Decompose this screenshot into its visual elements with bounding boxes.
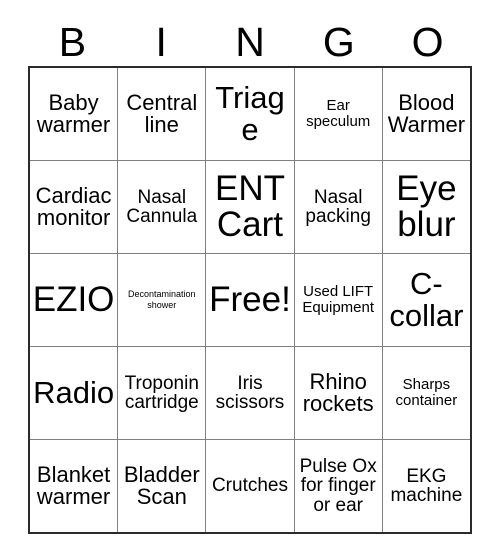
bingo-cell-label: Nasal packing xyxy=(305,186,371,227)
bingo-cell[interactable]: Bladder Scan xyxy=(117,439,207,534)
bingo-cell-label: Blanket warmer xyxy=(36,461,111,509)
bingo-cell-free[interactable]: Free! xyxy=(205,253,295,347)
bingo-cell[interactable]: Central line xyxy=(117,66,207,161)
bingo-cell[interactable]: Ear speculum xyxy=(293,66,383,161)
bingo-cell-label: Baby warmer xyxy=(36,89,111,137)
bingo-row: Baby warmer Central line Triage Ear spec… xyxy=(28,66,472,161)
bingo-cell[interactable]: Blanket warmer xyxy=(28,439,119,534)
bingo-row: Blanket warmer Bladder Scan Crutches Pul… xyxy=(28,439,472,534)
bingo-free-space-label: Free! xyxy=(209,280,291,320)
bingo-cell[interactable]: Eye blur xyxy=(381,160,472,254)
bingo-cell-label: Cardiac monitor xyxy=(35,182,112,230)
bingo-cell-label: Ear speculum xyxy=(306,96,371,130)
bingo-cell-label: ENT Cart xyxy=(214,169,285,244)
bingo-header-letter-b: B xyxy=(58,18,87,65)
bingo-cell-label: Eye blur xyxy=(396,169,457,244)
bingo-cell[interactable]: Triage xyxy=(205,66,295,161)
bingo-cell[interactable]: Nasal packing xyxy=(293,160,383,254)
bingo-cell[interactable]: Cardiac monitor xyxy=(28,160,119,254)
bingo-cell[interactable]: Crutches xyxy=(205,439,295,534)
bingo-cell-label: EKG machine xyxy=(390,465,463,506)
bingo-header-letter-g: G xyxy=(322,18,355,65)
bingo-cell-label: Bladder Scan xyxy=(123,461,200,509)
bingo-header-letter-o: O xyxy=(411,18,444,65)
bingo-cell[interactable]: Radio xyxy=(28,346,119,440)
bingo-cell-label: Rhino rockets xyxy=(302,368,374,416)
bingo-cell-label: Triage xyxy=(215,80,285,147)
bingo-row: EZIO Decontamination shower Free! Used L… xyxy=(28,253,472,347)
bingo-cell[interactable]: Nasal Cannula xyxy=(117,160,207,254)
bingo-cell[interactable]: Pulse Ox for finger or ear xyxy=(293,439,383,534)
bingo-cell-label: Pulse Ox for finger or ear xyxy=(299,455,377,516)
bingo-cell-label: Central line xyxy=(126,89,198,137)
bingo-cell[interactable]: Troponin cartridge xyxy=(117,346,207,440)
bingo-cell-label: Decontamination shower xyxy=(128,289,196,310)
bingo-grid: Baby warmer Central line Triage Ear spec… xyxy=(28,66,472,534)
bingo-cell[interactable]: Used LIFT Equipment xyxy=(293,253,383,347)
bingo-cell-label: Blood Warmer xyxy=(387,89,466,137)
bingo-row: Cardiac monitor Nasal Cannula ENT Cart N… xyxy=(28,160,472,254)
bingo-cell[interactable]: ENT Cart xyxy=(205,160,295,254)
bingo-cell-label: Troponin cartridge xyxy=(124,372,199,413)
bingo-cell-label: EZIO xyxy=(32,280,115,320)
bingo-cell[interactable]: Iris scissors xyxy=(205,346,295,440)
bingo-cell[interactable]: Rhino rockets xyxy=(293,346,383,440)
bingo-cell-label: Used LIFT Equipment xyxy=(302,282,375,316)
bingo-cell[interactable]: Decontamination shower xyxy=(117,253,207,347)
bingo-cell-label: Crutches xyxy=(211,475,288,497)
bingo-row: Radio Troponin cartridge Iris scissors R… xyxy=(28,346,472,440)
bingo-cell-label: Nasal Cannula xyxy=(126,186,198,227)
bingo-cell-label: Sharps container xyxy=(395,375,458,409)
bingo-cell[interactable]: C-collar xyxy=(381,253,472,347)
bingo-card: B I N G O Baby warmer Central line Triag… xyxy=(28,18,472,534)
bingo-cell-label: Iris scissors xyxy=(215,372,285,413)
bingo-cell-label: C-collar xyxy=(389,266,464,333)
bingo-cell-label: Radio xyxy=(33,375,115,411)
bingo-cell[interactable]: EZIO xyxy=(28,253,119,347)
bingo-header-row: B I N G O xyxy=(28,18,472,66)
bingo-cell[interactable]: Sharps container xyxy=(381,346,472,440)
bingo-cell[interactable]: EKG machine xyxy=(381,439,472,534)
bingo-header-letter-i: I xyxy=(155,18,167,65)
bingo-cell[interactable]: Blood Warmer xyxy=(381,66,472,161)
bingo-cell[interactable]: Baby warmer xyxy=(28,66,119,161)
bingo-header-letter-n: N xyxy=(235,18,265,65)
